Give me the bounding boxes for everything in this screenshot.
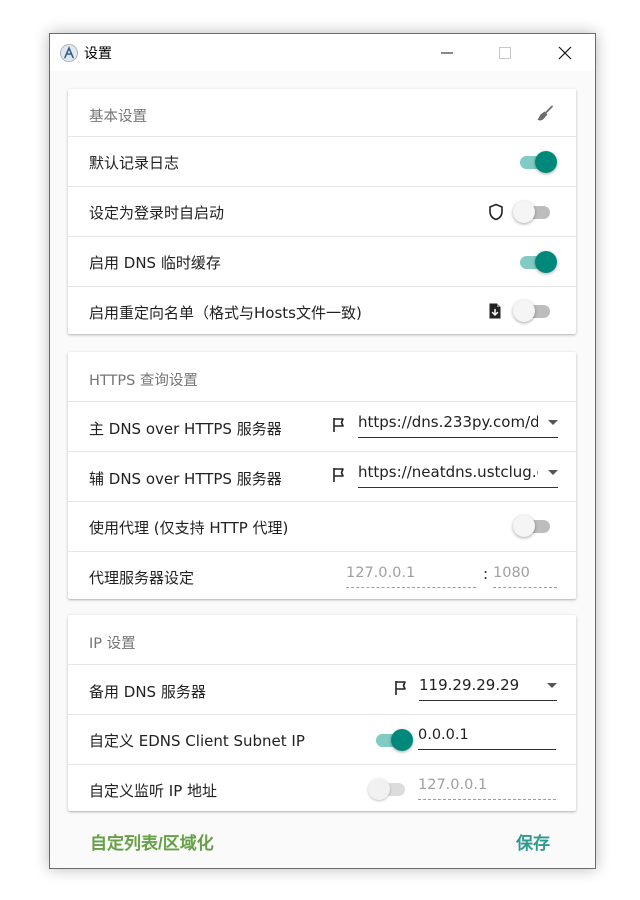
settings-row-listen-ip: 自定义监听 IP 地址 127.0.0.1 [68, 765, 576, 811]
row-label: 使用代理 (仅支持 HTTP 代理) [89, 519, 289, 537]
proxy-switch[interactable] [513, 514, 553, 538]
row-label: 启用 DNS 临时缓存 [89, 254, 221, 272]
edns-switch[interactable] [373, 728, 413, 752]
proxy-colon: : [483, 565, 489, 583]
file-import-icon[interactable] [486, 302, 504, 320]
listen-ip-value: 127.0.0.1 [418, 777, 488, 793]
app-icon [60, 44, 78, 62]
maximize-button[interactable] [476, 34, 534, 71]
listen-ip-input[interactable]: 127.0.0.1 [418, 774, 556, 800]
backup-dns-value: 119.29.29.29 [419, 676, 520, 694]
settings-row-log: 默认记录日志 [68, 137, 576, 187]
proxy-port-value: 1080 [493, 565, 530, 581]
chevron-down-icon [548, 420, 558, 425]
minimize-icon [441, 52, 453, 53]
settings-row-proxy-server: 代理服务器设定 127.0.0.1 : 1080 [68, 552, 576, 599]
row-label: 默认记录日志 [89, 154, 180, 172]
flag-icon [333, 418, 344, 432]
card-title: HTTPS 查询设置 [89, 373, 198, 389]
log-switch[interactable] [517, 150, 557, 174]
settings-row-edns: 自定义 EDNS Client Subnet IP 0.0.0.1 [68, 715, 576, 765]
window-title: 设置 [84, 46, 112, 62]
card-title: 基本设置 [89, 109, 147, 125]
ip-settings-card: IP 设置 备用 DNS 服务器 119.29.29.29 自定义 EDNS C… [68, 615, 576, 811]
row-label: 自定义监听 IP 地址 [89, 782, 218, 800]
secondary-doh-combo[interactable]: https://neatdns.ustclug.o [358, 460, 558, 488]
settings-row-proxy: 使用代理 (仅支持 HTTP 代理) [68, 502, 576, 552]
listen-ip-switch[interactable] [368, 777, 408, 801]
save-button[interactable]: 保存 [516, 829, 550, 854]
autostart-switch[interactable] [513, 200, 553, 224]
row-label: 启用重定向名单（格式与Hosts文件一致) [89, 304, 362, 322]
row-label: 备用 DNS 服务器 [89, 683, 206, 701]
proxy-port-input[interactable]: 1080 [493, 562, 557, 588]
https-settings-card: HTTPS 查询设置 主 DNS over HTTPS 服务器 https://… [68, 352, 576, 599]
settings-row-redirect: 启用重定向名单（格式与Hosts文件一致) [68, 287, 576, 334]
close-icon [558, 46, 572, 59]
custom-list-button[interactable]: 自定列表/区域化 [90, 829, 214, 854]
redirect-switch[interactable] [513, 299, 553, 323]
card-title: IP 设置 [89, 636, 136, 652]
basic-settings-header: 基本设置 [68, 89, 576, 137]
proxy-host-input[interactable]: 127.0.0.1 [346, 562, 476, 588]
primary-doh-value: https://dns.233py.com/d [358, 413, 538, 431]
proxy-host-value: 127.0.0.1 [346, 565, 416, 581]
settings-row-dns-cache: 启用 DNS 临时缓存 [68, 237, 576, 287]
shield-icon [489, 203, 503, 221]
basic-settings-card: 基本设置 默认记录日志 设定为登录时自启动 启用 DNS 临时缓存 启用重定向名… [68, 89, 576, 334]
title-bar[interactable]: 设置 [50, 34, 595, 71]
edns-ip-value: 0.0.0.1 [418, 727, 469, 743]
maximize-icon [499, 46, 511, 59]
chevron-down-icon [547, 683, 557, 688]
close-button[interactable] [536, 34, 594, 71]
row-label: 主 DNS over HTTPS 服务器 [89, 420, 282, 438]
flag-icon [333, 468, 344, 482]
edns-ip-input[interactable]: 0.0.0.1 [418, 724, 556, 750]
secondary-doh-value: https://neatdns.ustclug.o [358, 463, 538, 481]
broom-icon[interactable] [536, 105, 554, 123]
row-label: 自定义 EDNS Client Subnet IP [89, 732, 305, 750]
dns-cache-switch[interactable] [517, 250, 557, 274]
settings-row-autostart: 设定为登录时自启动 [68, 187, 576, 237]
settings-row-primary-doh: 主 DNS over HTTPS 服务器 https://dns.233py.c… [68, 402, 576, 452]
row-label: 设定为登录时自启动 [89, 204, 225, 222]
primary-doh-combo[interactable]: https://dns.233py.com/d [358, 410, 558, 438]
settings-row-secondary-doh: 辅 DNS over HTTPS 服务器 https://neatdns.ust… [68, 452, 576, 502]
chevron-down-icon [548, 470, 558, 475]
minimize-button[interactable] [418, 34, 476, 71]
settings-row-backup-dns: 备用 DNS 服务器 119.29.29.29 [68, 665, 576, 715]
row-label: 代理服务器设定 [89, 569, 195, 587]
backup-dns-combo[interactable]: 119.29.29.29 [419, 673, 557, 701]
https-settings-header: HTTPS 查询设置 [68, 352, 576, 402]
ip-settings-header: IP 设置 [68, 615, 576, 665]
flag-icon [395, 681, 406, 695]
settings-window: 设置 基本设置 默认记录日志 设定为登录时自启动 启用 DNS 临时缓存 启用重… [49, 33, 596, 869]
row-label: 辅 DNS over HTTPS 服务器 [89, 470, 282, 488]
